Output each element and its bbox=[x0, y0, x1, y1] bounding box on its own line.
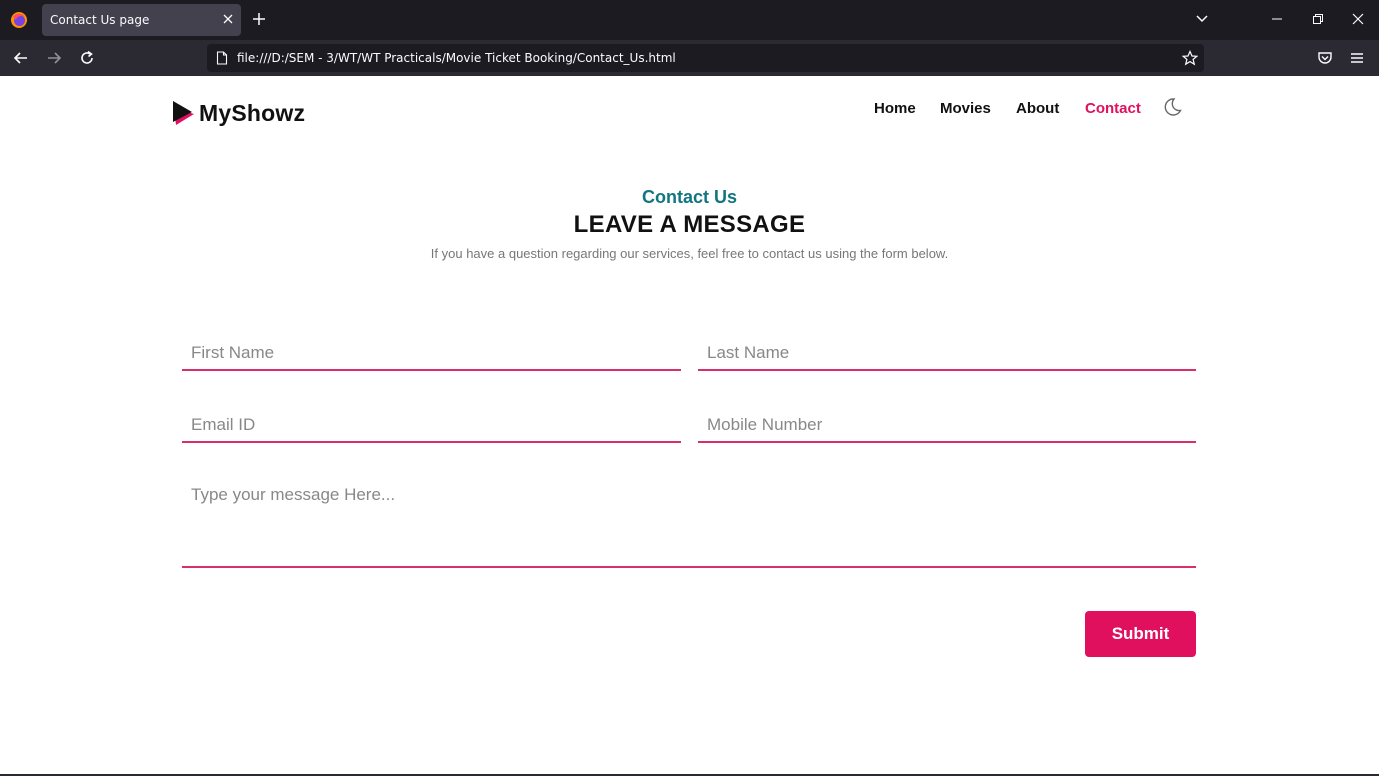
moon-icon[interactable] bbox=[1161, 96, 1183, 118]
browser-navigation-bar: file:///D:/SEM - 3/WT/WT Practicals/Movi… bbox=[0, 40, 1379, 76]
url-text[interactable]: file:///D:/SEM - 3/WT/WT Practicals/Movi… bbox=[237, 51, 676, 65]
browser-tab-active[interactable]: Contact Us page bbox=[42, 4, 241, 36]
minimize-window-icon[interactable] bbox=[1270, 12, 1284, 26]
web-page: MyShowz Home Movies About Contact Contac… bbox=[0, 76, 1379, 774]
url-bar[interactable]: file:///D:/SEM - 3/WT/WT Practicals/Movi… bbox=[207, 44, 1204, 72]
section-eyebrow: Contact Us bbox=[641, 187, 737, 207]
brand-name: MyShowz bbox=[199, 99, 306, 126]
submit-button[interactable]: Submit bbox=[1085, 611, 1196, 657]
nav-link-home[interactable]: Home bbox=[874, 100, 916, 117]
section-description: If you have a question regarding our ser… bbox=[430, 246, 949, 261]
mobile-number-input[interactable] bbox=[698, 408, 1196, 443]
close-tab-icon[interactable] bbox=[221, 12, 235, 26]
bookmark-star-icon[interactable] bbox=[1182, 50, 1198, 66]
tab-title: Contact Us page bbox=[50, 13, 150, 27]
section-headline: LEAVE A MESSAGE bbox=[573, 211, 806, 238]
pocket-icon[interactable] bbox=[1317, 50, 1333, 66]
last-name-input[interactable] bbox=[698, 336, 1196, 371]
email-input[interactable] bbox=[182, 408, 681, 443]
firefox-icon[interactable] bbox=[10, 11, 28, 29]
list-all-tabs-icon[interactable] bbox=[1196, 14, 1208, 24]
hamburger-menu-icon[interactable] bbox=[1349, 50, 1365, 66]
play-logo-icon bbox=[173, 101, 194, 125]
site-logo[interactable]: MyShowz bbox=[172, 100, 305, 126]
new-tab-icon[interactable] bbox=[252, 12, 266, 26]
close-window-icon[interactable] bbox=[1351, 12, 1365, 26]
reload-icon[interactable] bbox=[79, 50, 95, 66]
back-arrow-icon[interactable] bbox=[13, 50, 29, 66]
restore-window-icon[interactable] bbox=[1311, 12, 1325, 26]
browser-tab-strip: Contact Us page bbox=[0, 0, 1379, 40]
nav-link-contact[interactable]: Contact bbox=[1085, 100, 1141, 117]
nav-link-movies[interactable]: Movies bbox=[940, 100, 991, 117]
forward-arrow-icon[interactable] bbox=[46, 50, 62, 66]
message-textarea[interactable] bbox=[182, 473, 1196, 568]
nav-link-about[interactable]: About bbox=[1016, 100, 1059, 117]
first-name-input[interactable] bbox=[182, 336, 681, 371]
page-icon bbox=[216, 51, 228, 65]
